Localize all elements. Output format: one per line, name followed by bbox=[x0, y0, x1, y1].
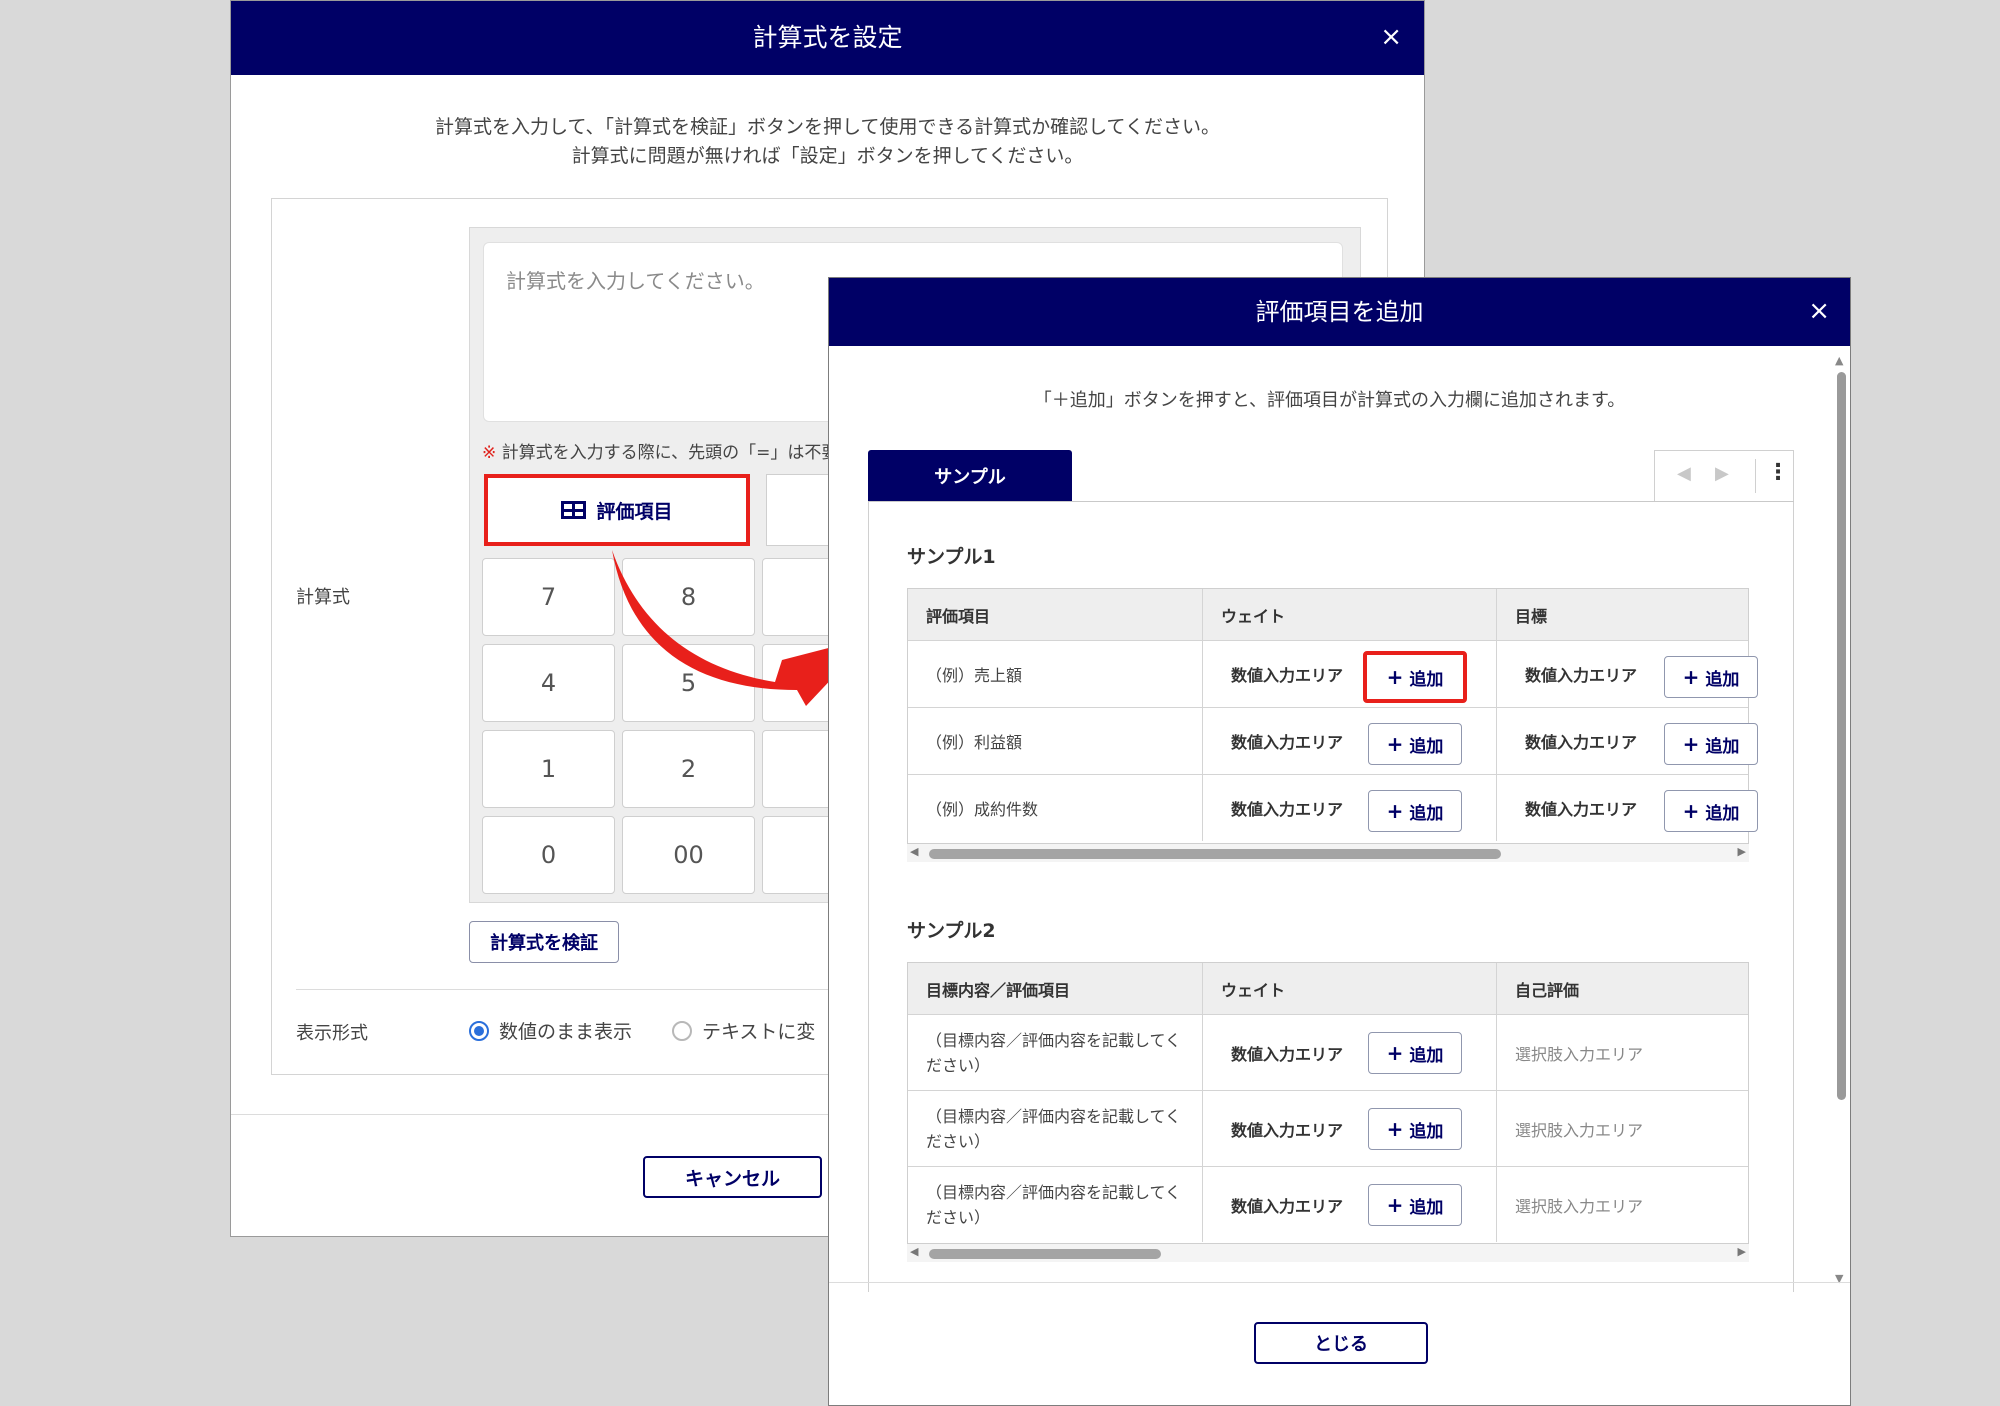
sample1-title: サンプル1 bbox=[907, 546, 996, 568]
formula-label: 計算式 bbox=[296, 587, 350, 608]
note-text: 計算式を入力する際に、先頭の「=」は不要 bbox=[501, 443, 839, 463]
radio-unselected-icon bbox=[672, 1020, 692, 1041]
scrollbar-thumb[interactable] bbox=[929, 1249, 1161, 1259]
item-cell: （目標内容／評価内容を記載してください） bbox=[926, 1182, 1182, 1227]
radio-selected-icon bbox=[469, 1020, 489, 1041]
close-icon[interactable]: × bbox=[1380, 24, 1402, 50]
formula-dialog-description: 計算式を入力して、「計算式を検証」ボタンを押して使用できる計算式か確認してくださ… bbox=[435, 116, 1220, 167]
add-dialog-header: 評価項目を追加 × bbox=[829, 278, 1850, 346]
item-cell: （目標内容／評価内容を記載してください） bbox=[926, 1106, 1182, 1151]
add-weight-button[interactable]: + 追加 bbox=[1368, 1108, 1462, 1150]
add-weight-button-highlighted[interactable]: + 追加 bbox=[1363, 651, 1467, 703]
scroll-left-icon[interactable]: ◀ bbox=[910, 1245, 918, 1258]
eval-item-button-label: 評価項目 bbox=[596, 500, 673, 523]
sample2-table: 目標内容／評価項目 ウェイト 自己評価 （目標内容／評価内容を記載してください）… bbox=[907, 962, 1749, 1244]
scroll-left-icon[interactable]: ◀ bbox=[910, 845, 918, 858]
sample2-title: サンプル2 bbox=[907, 920, 996, 942]
keypad-key[interactable]: 4 bbox=[482, 644, 615, 722]
tab-sample[interactable]: サンプル bbox=[868, 450, 1072, 501]
close-icon[interactable]: × bbox=[1808, 298, 1830, 324]
table-row: （例）利益額 数値入力エリア 数値入力エリア bbox=[908, 707, 1748, 774]
scroll-down-icon[interactable]: ▼ bbox=[1835, 1272, 1843, 1285]
keypad-key[interactable]: 8 bbox=[622, 558, 755, 636]
item-cell: （例）成約件数 bbox=[926, 800, 1039, 819]
self-eval-cell: 選択肢入力エリア bbox=[1496, 1091, 1748, 1166]
formula-dialog-header: 計算式を設定 × bbox=[231, 1, 1424, 75]
scrollbar-thumb[interactable] bbox=[1837, 372, 1846, 1100]
close-button[interactable]: とじる bbox=[1254, 1322, 1428, 1364]
column-header: 評価項目 bbox=[926, 606, 991, 626]
keypad-key[interactable]: 2 bbox=[622, 730, 755, 808]
self-eval-cell: 選択肢入力エリア bbox=[1496, 1015, 1748, 1090]
scroll-up-icon[interactable]: ▲ bbox=[1835, 354, 1843, 367]
item-cell: （例）利益額 bbox=[926, 733, 1023, 752]
table-row: （目標内容／評価内容を記載してください） 数値入力エリア 選択肢入力エリア bbox=[908, 1090, 1748, 1166]
table-row: （例）売上額 数値入力エリア 数値入力エリア bbox=[908, 640, 1748, 707]
radio-text-label: テキストに変 bbox=[702, 1021, 816, 1043]
add-target-button[interactable]: + 追加 bbox=[1664, 790, 1758, 832]
item-cell: （目標内容／評価内容を記載してください） bbox=[926, 1030, 1182, 1075]
radio-numeric[interactable]: 数値のまま表示 bbox=[469, 1017, 632, 1044]
add-weight-button[interactable]: + 追加 bbox=[1368, 1032, 1462, 1074]
vertical-scrollbar[interactable]: ▲ ▼ bbox=[1834, 352, 1848, 1292]
add-eval-item-dialog: 評価項目を追加 × 「＋追加」ボタンを押すと、評価項目が計算式の入力欄に追加され… bbox=[828, 277, 1851, 1406]
table-row: （目標内容／評価内容を記載してください） 数値入力エリア 選択肢入力エリア bbox=[908, 1014, 1748, 1090]
verify-formula-button[interactable]: 計算式を検証 bbox=[469, 921, 619, 963]
more-menu-icon[interactable]: ⋮ bbox=[1767, 460, 1789, 485]
footer-divider bbox=[829, 1282, 1850, 1283]
tab-next-icon[interactable]: ▶ bbox=[1715, 463, 1729, 484]
formula-note: ※ 計算式を入力する際に、先頭の「=」は不要 bbox=[482, 438, 838, 463]
table-header-row: 目標内容／評価項目 ウェイト 自己評価 bbox=[908, 963, 1748, 1014]
column-header: 目標内容／評価項目 bbox=[926, 980, 1071, 1000]
formula-dialog-title: 計算式を設定 bbox=[752, 23, 903, 52]
divider bbox=[1755, 459, 1756, 493]
add-weight-button[interactable]: + 追加 bbox=[1368, 790, 1462, 832]
add-weight-button[interactable]: + 追加 bbox=[1368, 1184, 1462, 1226]
column-header: ウェイト bbox=[1202, 589, 1496, 640]
horizontal-scrollbar[interactable]: ◀ ▶ bbox=[907, 1244, 1749, 1262]
table-icon bbox=[561, 501, 587, 519]
keypad-key[interactable]: 1 bbox=[482, 730, 615, 808]
radio-text[interactable]: テキストに変 bbox=[672, 1017, 815, 1044]
add-target-button[interactable]: + 追加 bbox=[1664, 656, 1758, 698]
radio-numeric-label: 数値のまま表示 bbox=[499, 1021, 633, 1043]
tab-content: サンプル1 評価項目 ウェイト 目標 （例）売上額 数値入力エリア 数値入力エリ… bbox=[868, 502, 1794, 1292]
cancel-button[interactable]: キャンセル bbox=[643, 1156, 822, 1198]
add-weight-button[interactable]: + 追加 bbox=[1368, 723, 1462, 765]
tab-bar: サンプル ◀ ▶ ⋮ bbox=[868, 450, 1794, 502]
scroll-right-icon[interactable]: ▶ bbox=[1738, 1245, 1746, 1258]
keypad-key[interactable]: 5 bbox=[622, 644, 755, 722]
keypad-key[interactable]: 7 bbox=[482, 558, 615, 636]
horizontal-scrollbar[interactable]: ◀ ▶ bbox=[907, 844, 1749, 862]
add-dialog-title: 評価項目を追加 bbox=[1255, 298, 1424, 326]
self-eval-cell: 選択肢入力エリア bbox=[1496, 1167, 1748, 1242]
tab-tools: ◀ ▶ ⋮ bbox=[1654, 450, 1794, 501]
column-header: 自己評価 bbox=[1496, 963, 1748, 1014]
add-target-button[interactable]: + 追加 bbox=[1664, 723, 1758, 765]
add-dialog-description: 「＋追加」ボタンを押すと、評価項目が計算式の入力欄に追加されます。 bbox=[1033, 390, 1626, 411]
table-header-row: 評価項目 ウェイト 目標 bbox=[908, 589, 1748, 640]
scroll-right-icon[interactable]: ▶ bbox=[1738, 845, 1746, 858]
keypad-key[interactable]: 0 bbox=[482, 816, 615, 894]
table-row: （例）成約件数 数値入力エリア 数値入力エリア bbox=[908, 774, 1748, 841]
scrollbar-thumb[interactable] bbox=[929, 849, 1501, 859]
eval-item-button[interactable]: 評価項目 bbox=[484, 474, 750, 546]
table-row: （目標内容／評価内容を記載してください） 数値入力エリア 選択肢入力エリア bbox=[908, 1166, 1748, 1242]
display-format-label: 表示形式 bbox=[296, 1023, 368, 1044]
note-mark: ※ bbox=[482, 443, 497, 463]
column-header: 目標 bbox=[1496, 589, 1748, 640]
sample1-table: 評価項目 ウェイト 目標 （例）売上額 数値入力エリア 数値入力エリア （例）利… bbox=[907, 588, 1749, 844]
tab-prev-icon[interactable]: ◀ bbox=[1677, 463, 1691, 484]
item-cell: （例）売上額 bbox=[926, 666, 1023, 685]
column-header: ウェイト bbox=[1202, 963, 1496, 1014]
keypad-key[interactable]: 00 bbox=[622, 816, 755, 894]
